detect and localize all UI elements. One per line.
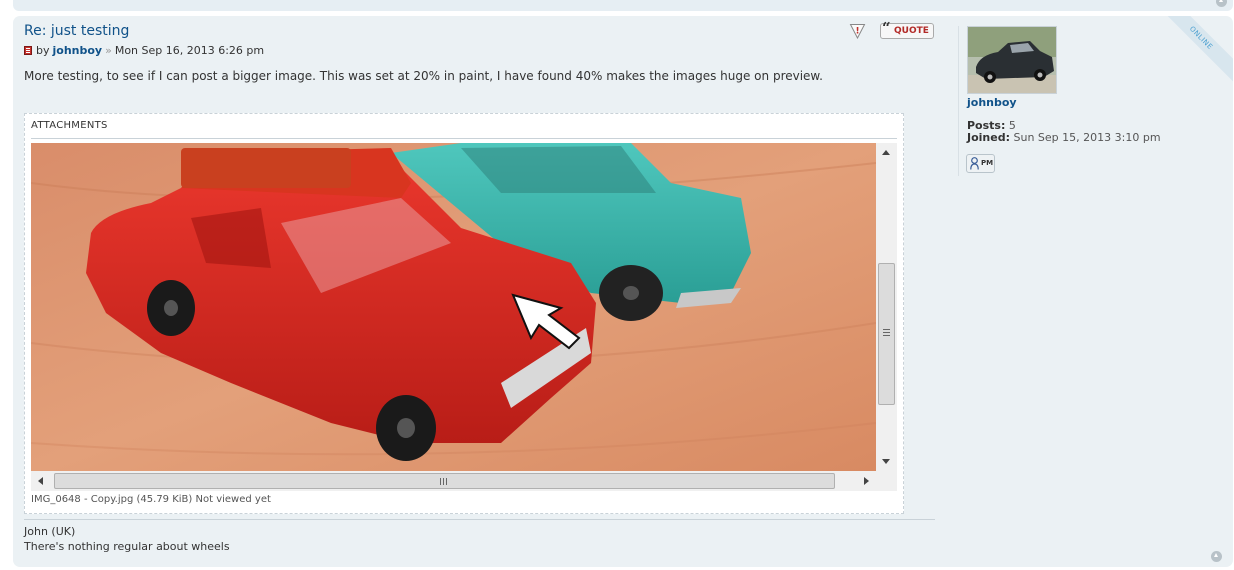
back-to-top-icon[interactable] xyxy=(1216,0,1227,7)
grip-icon xyxy=(440,478,447,485)
scroll-up-icon[interactable] xyxy=(882,150,890,155)
attachment-image-viewport xyxy=(31,143,897,491)
quote-button[interactable]: “ QUOTE xyxy=(880,19,934,39)
post-container: ONLINE Re: just testing by johnboy » Mon… xyxy=(13,16,1233,567)
meta-separator: » xyxy=(105,44,112,57)
post-author-link[interactable]: johnboy xyxy=(53,44,103,57)
signature-line-1: John (UK) xyxy=(24,525,76,538)
attachment-image[interactable] xyxy=(31,143,876,471)
report-button[interactable]: ! xyxy=(849,22,866,40)
pm-button[interactable]: PM xyxy=(966,154,995,173)
signature-divider xyxy=(24,519,935,520)
person-icon xyxy=(970,157,979,170)
joined-label: Joined: xyxy=(967,131,1010,144)
avatar[interactable] xyxy=(967,26,1057,94)
horizontal-scrollbar[interactable] xyxy=(31,471,876,491)
pm-label: PM xyxy=(981,159,994,167)
post-meta: by johnboy » Mon Sep 16, 2013 6:26 pm xyxy=(24,44,264,57)
signature-line-2: There's nothing regular about wheels xyxy=(24,540,230,553)
scroll-right-icon[interactable] xyxy=(864,477,869,485)
joined-date: Sun Sep 15, 2013 3:10 pm xyxy=(1013,131,1161,144)
post-icon[interactable] xyxy=(24,46,32,55)
grip-icon xyxy=(883,329,890,336)
profile-username-link[interactable]: johnboy xyxy=(967,96,1017,109)
arrow-up-icon[interactable] xyxy=(1211,551,1222,562)
quote-label: QUOTE xyxy=(894,26,929,36)
attachment-file-info: IMG_0648 - Copy.jpg (45.79 KiB) Not view… xyxy=(31,494,271,505)
scroll-down-icon[interactable] xyxy=(882,459,890,464)
online-badge: ONLINE xyxy=(1152,16,1233,87)
by-label: by xyxy=(36,44,50,57)
horizontal-scroll-thumb[interactable] xyxy=(54,473,835,489)
profile-divider xyxy=(958,26,959,176)
scrollbar-corner xyxy=(876,471,897,491)
vertical-scroll-thumb[interactable] xyxy=(878,263,895,405)
profile-stats: Posts: 5 Joined: Sun Sep 15, 2013 3:10 p… xyxy=(967,120,1161,144)
report-glyph: ! xyxy=(855,27,859,37)
post-title-link[interactable]: Re: just testing xyxy=(24,23,129,39)
vertical-scrollbar[interactable] xyxy=(876,143,897,471)
previous-post-bottom xyxy=(13,0,1233,11)
attachments-divider xyxy=(31,138,897,139)
signature: John (UK) There's nothing regular about … xyxy=(24,524,230,554)
warning-icon: ! xyxy=(849,24,866,40)
post-date: Mon Sep 16, 2013 6:26 pm xyxy=(114,44,265,57)
attachments-heading: ATTACHMENTS xyxy=(31,120,108,131)
avatar-car-image xyxy=(968,27,1056,93)
post-content: More testing, to see if I can post a big… xyxy=(24,69,823,83)
attachment-box: ATTACHMENTS IMG_0648 - Copy.jpg (45.79 K… xyxy=(24,113,904,514)
quote-icon: “ xyxy=(882,19,891,37)
scroll-left-icon[interactable] xyxy=(38,477,43,485)
